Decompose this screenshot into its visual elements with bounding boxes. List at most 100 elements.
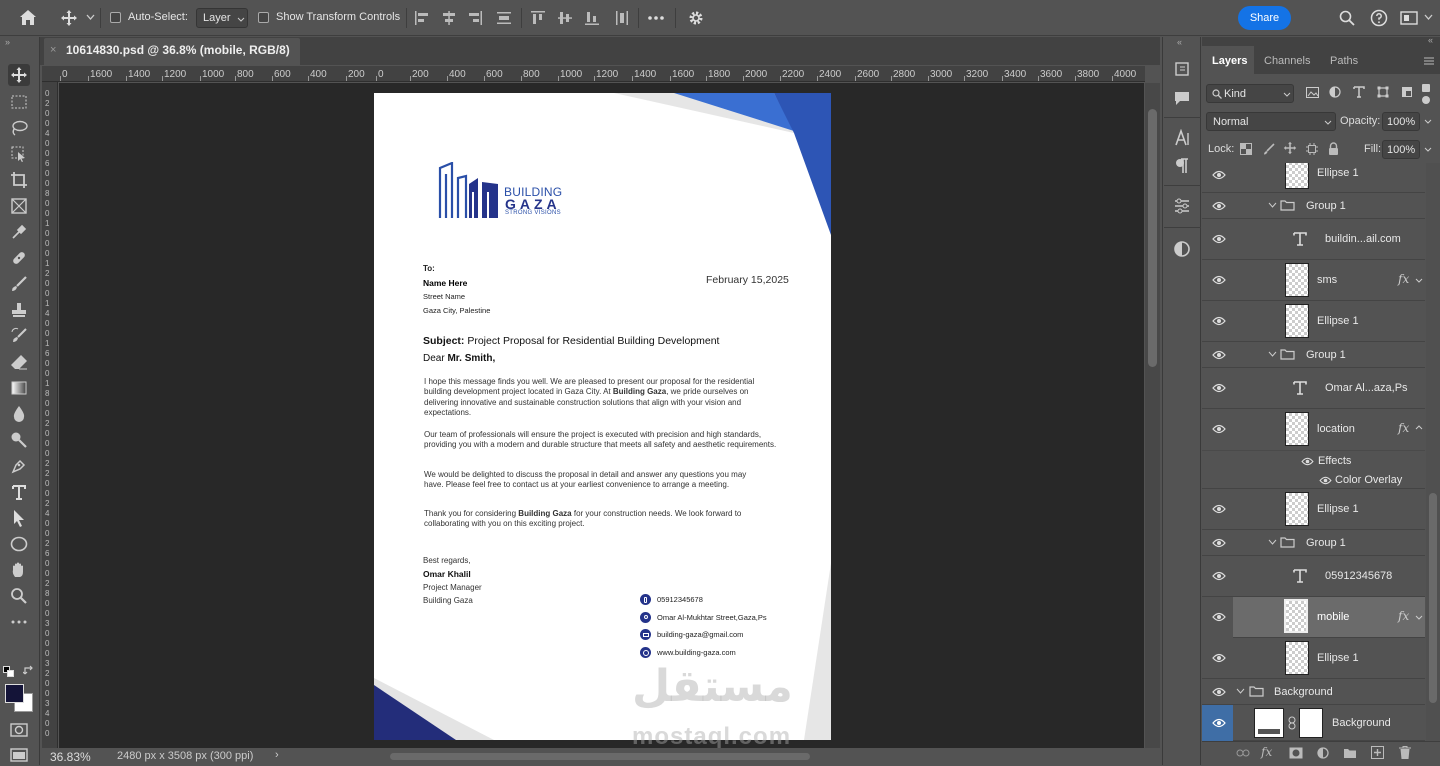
visibility-eye-icon[interactable] (1212, 234, 1226, 244)
layer-row[interactable]: location fx Effects Color Overlay (1202, 409, 1425, 489)
chevron-down-icon[interactable] (1424, 14, 1433, 20)
add-layer-style-icon[interactable]: fx (1261, 745, 1272, 759)
collapse-toolbar-icon[interactable]: » (5, 37, 10, 47)
status-menu-chevron-icon[interactable]: › (275, 749, 279, 761)
tool-preset-chevron-icon[interactable] (86, 14, 95, 20)
layer-row[interactable]: Group 1 (1202, 530, 1425, 556)
chevron-down-icon[interactable] (1268, 351, 1277, 357)
path-selection-tool[interactable] (8, 507, 30, 529)
auto-select-dropdown[interactable]: Layer (196, 8, 248, 28)
align-right-edges-icon[interactable] (467, 10, 483, 26)
shape-filter-icon[interactable] (1377, 86, 1389, 98)
more-options-icon[interactable] (648, 16, 664, 20)
frame-tool[interactable] (8, 195, 30, 217)
fx-icon[interactable]: fx (1398, 272, 1409, 286)
document-tab[interactable]: × 10614830.psd @ 36.8% (mobile, RGB/8) (44, 38, 300, 65)
edit-toolbar-icon[interactable] (8, 611, 30, 633)
opacity-chevron-icon[interactable] (1424, 119, 1432, 124)
filter-kind-dropdown[interactable]: Kind (1206, 84, 1294, 103)
adjustments-panel-icon[interactable] (1173, 240, 1191, 258)
align-bottom-edges-icon[interactable] (584, 10, 600, 26)
show-transform-checkbox[interactable] (258, 12, 269, 23)
chevron-down-icon[interactable] (1415, 278, 1423, 283)
type-filter-icon[interactable] (1353, 86, 1365, 98)
layer-row[interactable]: buildin...ail.com (1202, 219, 1425, 260)
home-icon[interactable] (19, 9, 37, 26)
visibility-eye-icon[interactable] (1212, 571, 1226, 581)
gradient-tool[interactable] (8, 377, 30, 399)
share-button[interactable]: Share (1238, 6, 1291, 30)
move-tool[interactable] (8, 64, 30, 86)
brush-tool[interactable] (8, 273, 30, 295)
visibility-eye-icon[interactable] (1212, 170, 1226, 180)
align-vertical-centers-icon[interactable] (557, 10, 573, 26)
fill-input[interactable]: 100% (1382, 140, 1420, 159)
gear-icon[interactable] (688, 10, 704, 26)
history-brush-tool[interactable] (8, 325, 30, 347)
layer-row[interactable]: Background (1202, 679, 1425, 705)
help-icon[interactable] (1370, 9, 1388, 27)
ellipse-tool[interactable] (8, 533, 30, 555)
visibility-eye-icon[interactable] (1212, 350, 1226, 360)
adjustment-filter-icon[interactable] (1329, 86, 1341, 98)
blur-tool[interactable] (8, 403, 30, 425)
canvas-vertical-scrollbar[interactable] (1145, 83, 1160, 748)
layer-row[interactable]: Ellipse 1 (1202, 638, 1425, 679)
collapse-panels-icon[interactable]: « (1428, 35, 1433, 45)
link-layers-icon[interactable] (1236, 748, 1250, 758)
screen-mode-icon[interactable] (8, 744, 30, 766)
character-panel-icon[interactable] (1173, 129, 1191, 147)
new-layer-icon[interactable] (1371, 746, 1384, 759)
layers-scroll-thumb[interactable] (1429, 493, 1437, 703)
default-colors-icon[interactable] (3, 666, 15, 678)
foreground-color-swatch[interactable] (5, 684, 24, 703)
layer-row[interactable]: Omar Al...aza,Ps (1202, 368, 1425, 409)
new-fill-adjustment-icon[interactable] (1317, 747, 1329, 759)
fx-icon[interactable]: fx (1398, 609, 1409, 623)
lock-position-icon[interactable] (1283, 141, 1297, 155)
collapse-icons-icon[interactable]: « (1177, 37, 1182, 47)
lock-all-icon[interactable] (1328, 142, 1339, 155)
auto-select-checkbox[interactable] (110, 12, 121, 23)
panel-menu-icon[interactable] (1424, 57, 1434, 65)
pen-tool[interactable] (8, 455, 30, 477)
fill-chevron-icon[interactable] (1424, 147, 1432, 152)
visibility-eye-icon[interactable] (1212, 424, 1226, 434)
chevron-down-icon[interactable] (1268, 202, 1277, 208)
move-tool-icon[interactable] (60, 9, 78, 27)
chevron-up-icon[interactable] (1415, 425, 1423, 430)
eyedropper-tool[interactable] (8, 221, 30, 243)
letterhead-document[interactable]: BUILDING GAZA STRONG VISIONS To: Name He… (374, 93, 831, 740)
align-horizontal-centers-icon[interactable] (441, 10, 457, 26)
layer-row-selected[interactable]: mobile fx (1202, 597, 1425, 638)
properties-panel-icon[interactable] (1173, 197, 1191, 215)
hand-tool[interactable] (8, 559, 30, 581)
new-group-icon[interactable] (1343, 747, 1357, 759)
workspace-icon[interactable] (1400, 10, 1418, 26)
comments-panel-icon[interactable] (1173, 89, 1191, 107)
opacity-input[interactable]: 100% (1382, 112, 1420, 131)
smart-object-filter-icon[interactable] (1401, 86, 1413, 98)
visibility-eye-icon[interactable] (1212, 687, 1226, 697)
color-overlay-eye-icon[interactable] (1319, 476, 1332, 485)
delete-layer-icon[interactable] (1399, 746, 1411, 759)
align-left-edges-icon[interactable] (414, 10, 430, 26)
layers-scrollbar[interactable] (1426, 163, 1440, 741)
zoom-tool[interactable] (8, 585, 30, 607)
distribute-horizontal-icon[interactable] (614, 10, 630, 26)
history-panel-icon[interactable] (1173, 60, 1191, 78)
marquee-tool[interactable] (8, 91, 30, 113)
lock-artboard-icon[interactable] (1306, 143, 1318, 155)
add-mask-icon[interactable] (1289, 747, 1303, 759)
zoom-level[interactable]: 36.83% (50, 750, 91, 764)
layer-mask-thumbnail[interactable] (1299, 708, 1323, 738)
layer-row[interactable]: Ellipse 1 (1202, 489, 1425, 530)
lock-transparent-icon[interactable] (1240, 143, 1252, 155)
lasso-tool[interactable] (8, 117, 30, 139)
effects-eye-icon[interactable] (1301, 457, 1314, 466)
chevron-down-icon[interactable] (1236, 688, 1245, 694)
layer-row[interactable]: Group 1 (1202, 342, 1425, 368)
fx-icon[interactable]: fx (1398, 421, 1409, 435)
tab-paths[interactable]: Paths (1330, 55, 1358, 67)
visibility-eye-icon[interactable] (1212, 504, 1226, 514)
